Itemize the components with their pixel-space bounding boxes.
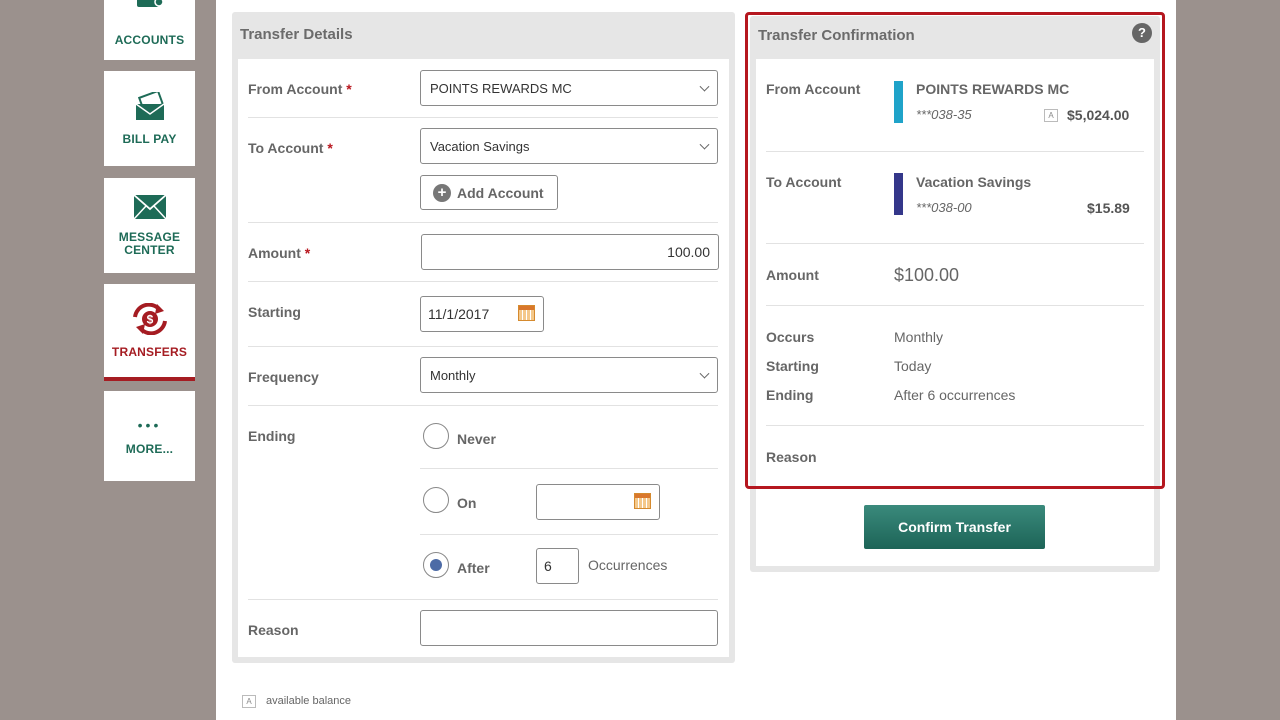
envelope-icon xyxy=(132,194,167,225)
add-account-button[interactable]: + Add Account xyxy=(420,175,558,210)
available-balance-flag: A xyxy=(242,695,256,708)
from-account-label-text: From Account xyxy=(248,81,343,97)
occurrences-label: Occurrences xyxy=(588,557,668,573)
ending-after-radio[interactable] xyxy=(423,552,449,578)
divider xyxy=(248,346,718,347)
chevron-down-icon xyxy=(699,368,710,379)
ending-on-radio[interactable] xyxy=(423,487,449,513)
from-account-value: POINTS REWARDS MC xyxy=(430,80,572,96)
nav-more-label: MORE... xyxy=(125,441,174,456)
ellipsis-icon: ••• xyxy=(137,416,162,433)
reason-input[interactable] xyxy=(420,610,718,646)
reason-label: Reason xyxy=(248,622,299,638)
amount-input-value: 100.00 xyxy=(667,244,710,260)
transfer-dollar-icon: $ xyxy=(129,302,171,340)
divider xyxy=(248,117,718,118)
calendar-icon[interactable] xyxy=(634,493,651,509)
add-account-label: Add Account xyxy=(457,184,544,201)
divider xyxy=(248,599,718,600)
nav-more[interactable]: ••• MORE... xyxy=(104,391,195,481)
from-account-label: From Account * xyxy=(248,81,352,97)
plus-circle-icon: + xyxy=(433,183,451,202)
occurrences-value: 6 xyxy=(544,558,552,574)
divider xyxy=(420,534,718,535)
ending-after-label: After xyxy=(457,560,490,576)
calendar-icon[interactable] xyxy=(518,305,535,321)
chevron-down-icon xyxy=(699,139,710,150)
required-marker: * xyxy=(327,140,333,156)
envelope-money-icon xyxy=(133,89,167,127)
to-account-label-text: To Account xyxy=(248,140,324,156)
transfer-details-title: Transfer Details xyxy=(240,26,353,43)
nav-transfers[interactable]: $ TRANSFERS xyxy=(104,284,195,381)
nav-message-center[interactable]: MESSAGE CENTER xyxy=(104,178,195,273)
required-marker: * xyxy=(346,81,352,97)
frequency-label: Frequency xyxy=(248,369,319,385)
chevron-down-icon xyxy=(699,81,710,92)
confirm-transfer-button[interactable]: Confirm Transfer xyxy=(864,505,1045,549)
ending-never-radio[interactable] xyxy=(423,423,449,449)
nav-bill-pay-label: BILL PAY xyxy=(122,131,177,146)
to-account-select[interactable]: Vacation Savings xyxy=(420,128,718,164)
amount-input[interactable]: 100.00 xyxy=(421,234,719,270)
occurrences-input[interactable]: 6 xyxy=(536,548,579,584)
amount-label: Amount * xyxy=(248,245,310,261)
to-account-value: Vacation Savings xyxy=(430,138,530,154)
amount-label-text: Amount xyxy=(248,245,301,261)
nav-message-center-label: MESSAGE CENTER xyxy=(118,230,181,257)
nav-accounts[interactable]: ACCOUNTS xyxy=(104,0,195,60)
available-balance-note: available balance xyxy=(266,695,352,707)
frequency-value: Monthly xyxy=(430,367,476,383)
wallet-icon xyxy=(135,0,165,14)
ending-on-label: On xyxy=(457,495,477,511)
divider xyxy=(248,222,718,223)
divider xyxy=(248,405,718,406)
divider xyxy=(420,468,718,469)
ending-label: Ending xyxy=(248,428,296,444)
starting-date-value: 11/1/2017 xyxy=(428,306,490,322)
nav-bill-pay[interactable]: BILL PAY xyxy=(104,71,195,166)
to-account-label: To Account * xyxy=(248,140,333,156)
starting-label: Starting xyxy=(248,304,301,320)
nav-transfers-label: TRANSFERS xyxy=(111,344,188,359)
required-marker: * xyxy=(304,245,311,261)
frequency-select[interactable]: Monthly xyxy=(420,357,718,393)
divider xyxy=(248,281,718,282)
nav-accounts-label: ACCOUNTS xyxy=(114,32,185,47)
ending-never-label: Never xyxy=(457,431,496,447)
confirmation-highlight-outline xyxy=(745,12,1165,489)
from-account-select[interactable]: POINTS REWARDS MC xyxy=(420,70,718,106)
svg-text:$: $ xyxy=(146,312,153,326)
